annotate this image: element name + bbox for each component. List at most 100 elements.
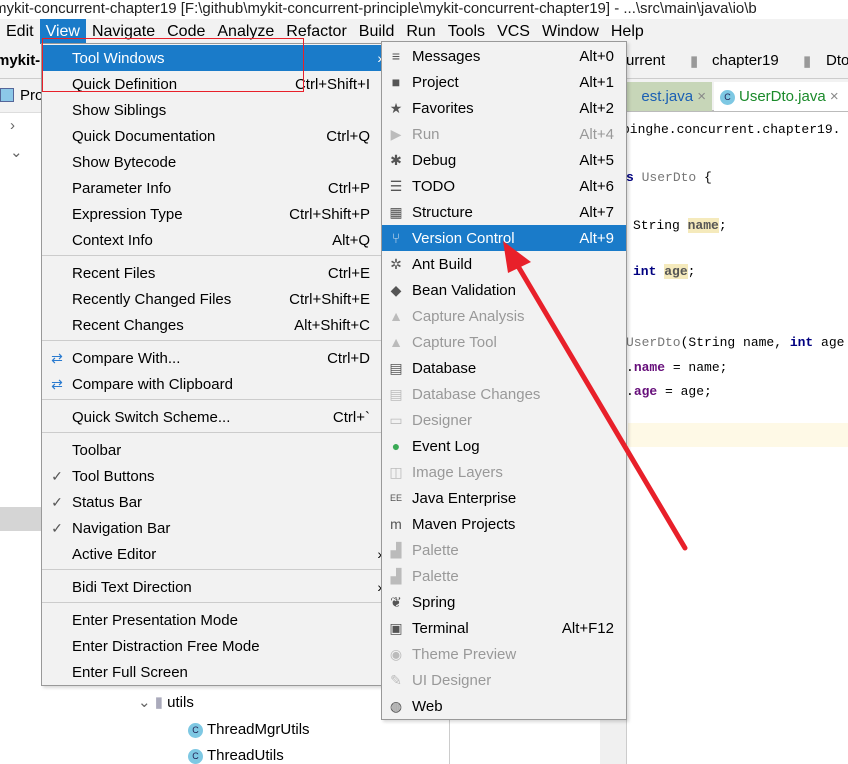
menu-item-compare-with-clipboard[interactable]: ⇄ Compare with Clipboard (42, 371, 382, 397)
project-icon (0, 88, 14, 102)
menu-item-toolbar[interactable]: Toolbar (42, 437, 382, 463)
tree-class[interactable]: C ThreadMgrUtils (188, 721, 310, 738)
menu-item-todo[interactable]: ☰ TODO Alt+6 (382, 173, 626, 199)
tree-folder-utils[interactable]: ⌄ ▮ utils (138, 693, 194, 711)
menu-item-structure[interactable]: ▦ Structure Alt+7 (382, 199, 626, 225)
folder-icon: ▮ (154, 694, 168, 711)
menu-refactor[interactable]: Refactor (280, 19, 352, 44)
tab-userdto-java[interactable]: C UserDto.java × (714, 82, 848, 111)
code-line: .age = age; (626, 384, 712, 399)
menu-item-capture-tool[interactable]: ▲ Capture Tool (382, 329, 626, 355)
shortcut: Alt+5 (579, 151, 614, 169)
nav-crumb[interactable]: Dto (826, 52, 848, 69)
ui-designer-icon: ✎ (390, 671, 402, 688)
collapse-icon[interactable]: ⌄ (10, 143, 23, 161)
menu-item-compare-with[interactable]: ⇄ Compare With... Ctrl+D (42, 345, 382, 371)
shortcut: Alt+1 (579, 73, 614, 91)
project-panel-title[interactable]: Pro (20, 87, 43, 104)
menu-item-terminal[interactable]: ▣ Terminal Alt+F12 (382, 615, 626, 641)
menu-item-show-bytecode[interactable]: Show Bytecode (42, 149, 382, 175)
menu-item-parameter-info[interactable]: Parameter Info Ctrl+P (42, 175, 382, 201)
run-icon: ▶ (390, 125, 402, 142)
todo-icon: ☰ (389, 177, 403, 194)
event-log-icon: ● (391, 438, 401, 454)
menu-item-quick-definition[interactable]: Quick Definition Ctrl+Shift+I (42, 71, 382, 97)
class-icon: C (720, 89, 735, 105)
menu-item-event-log[interactable]: ● Event Log (382, 433, 626, 459)
compare-icon: ⇄ (51, 375, 63, 392)
code-editor[interactable]: pinghe.concurrent.chapter19. s UserDto {… (622, 112, 848, 764)
tree-class[interactable]: C ThreadUtils (188, 747, 284, 764)
menu-item-designer[interactable]: ▭ Designer (382, 407, 626, 433)
vcs-icon: ⑂ (391, 230, 401, 246)
class-icon: C (188, 722, 203, 738)
theme-icon: ◉ (389, 645, 403, 662)
shortcut: Ctrl+D (327, 349, 370, 367)
close-icon[interactable]: × (697, 88, 706, 105)
menu-item-favorites[interactable]: ★ Favorites Alt+2 (382, 95, 626, 121)
menu-view[interactable]: View (39, 19, 86, 44)
menu-navigate[interactable]: Navigate (86, 19, 161, 44)
shortcut: Alt+4 (579, 125, 614, 143)
globe-icon: ◍ (389, 697, 403, 714)
menu-item-palette[interactable]: ▟ Palette (382, 563, 626, 589)
shortcut: Alt+6 (579, 177, 614, 195)
menu-item-debug[interactable]: ✱ Debug Alt+5 (382, 147, 626, 173)
shortcut: Alt+0 (579, 47, 614, 65)
menu-item-expression-type[interactable]: Expression Type Ctrl+Shift+P (42, 201, 382, 227)
menu-item-bean-validation[interactable]: ◆ Bean Validation (382, 277, 626, 303)
folder-icon: ■ (391, 74, 401, 90)
menu-item-web[interactable]: ◍ Web (382, 693, 626, 719)
menu-item-bidi-text-direction[interactable]: Bidi Text Direction › (42, 574, 382, 600)
menu-item-enter-presentation-mode[interactable]: Enter Presentation Mode (42, 607, 382, 633)
shortcut: Ctrl+Shift+E (289, 290, 370, 308)
menu-item-quick-documentation[interactable]: Quick Documentation Ctrl+Q (42, 123, 382, 149)
folder-icon: ▮ (803, 53, 812, 70)
shortcut: Ctrl+Shift+I (294, 75, 370, 93)
menu-item-palette[interactable]: ▟ Palette (382, 537, 626, 563)
star-icon: ★ (389, 99, 403, 116)
menu-item-java-enterprise[interactable]: EE Java Enterprise (382, 485, 626, 511)
menu-item-version-control[interactable]: ⑂ Version Control Alt+9 (382, 225, 626, 251)
class-icon: C (188, 748, 203, 764)
menu-item-capture-analysis[interactable]: ▲ Capture Analysis (382, 303, 626, 329)
nav-project[interactable]: mykit- (0, 52, 40, 69)
menu-item-tool-buttons[interactable]: ✓ Tool Buttons (42, 463, 382, 489)
menu-item-show-siblings[interactable]: Show Siblings (42, 97, 382, 123)
menu-item-tool-windows[interactable]: Tool Windows › (42, 45, 382, 71)
code-line: pinghe.concurrent.chapter19. (622, 122, 841, 137)
menu-item-image-layers[interactable]: ◫ Image Layers (382, 459, 626, 485)
menu-code[interactable]: Code (161, 19, 211, 44)
menu-item-recently-changed-files[interactable]: Recently Changed Files Ctrl+Shift+E (42, 286, 382, 312)
menu-analyze[interactable]: Analyze (211, 19, 280, 44)
menu-item-enter-distraction-free-mode[interactable]: Enter Distraction Free Mode (42, 633, 382, 659)
menu-item-recent-changes[interactable]: Recent Changes Alt+Shift+C (42, 312, 382, 338)
menu-item-recent-files[interactable]: Recent Files Ctrl+E (42, 260, 382, 286)
menu-item-spring[interactable]: ❦ Spring (382, 589, 626, 615)
menu-item-active-editor[interactable]: Active Editor › (42, 541, 382, 567)
menu-item-quick-switch-scheme[interactable]: Quick Switch Scheme... Ctrl+` (42, 404, 382, 430)
menu-item-status-bar[interactable]: ✓ Status Bar (42, 489, 382, 515)
menu-item-context-info[interactable]: Context Info Alt+Q (42, 227, 382, 253)
menu-item-messages[interactable]: ≡ Messages Alt+0 (382, 43, 626, 69)
close-icon[interactable]: × (830, 88, 839, 105)
menu-item-ui-designer[interactable]: ✎ UI Designer (382, 667, 626, 693)
capture-icon: ▲ (389, 308, 403, 324)
expand-icon[interactable]: › (10, 117, 15, 134)
menu-item-run[interactable]: ▶ Run Alt+4 (382, 121, 626, 147)
menu-item-project[interactable]: ■ Project Alt+1 (382, 69, 626, 95)
window-title: mykit-concurrent-chapter19 [F:\github\my… (0, 0, 842, 19)
menu-item-enter-full-screen[interactable]: Enter Full Screen (42, 659, 382, 685)
nav-crumb[interactable]: chapter19 (712, 52, 779, 69)
menu-item-database-changes[interactable]: ▤ Database Changes (382, 381, 626, 407)
database-icon: ▤ (389, 359, 403, 376)
menu-item-ant-build[interactable]: ✲ Ant Build (382, 251, 626, 277)
menu-item-navigation-bar[interactable]: ✓ Navigation Bar (42, 515, 382, 541)
menu-edit[interactable]: Edit (0, 19, 40, 44)
menu-item-database[interactable]: ▤ Database (382, 355, 626, 381)
menu-item-theme-preview[interactable]: ◉ Theme Preview (382, 641, 626, 667)
menu-item-maven-projects[interactable]: m Maven Projects (382, 511, 626, 537)
code-line: int age; (633, 264, 696, 279)
bean-icon: ◆ (390, 281, 402, 298)
nav-crumb[interactable]: urrent (626, 52, 665, 69)
